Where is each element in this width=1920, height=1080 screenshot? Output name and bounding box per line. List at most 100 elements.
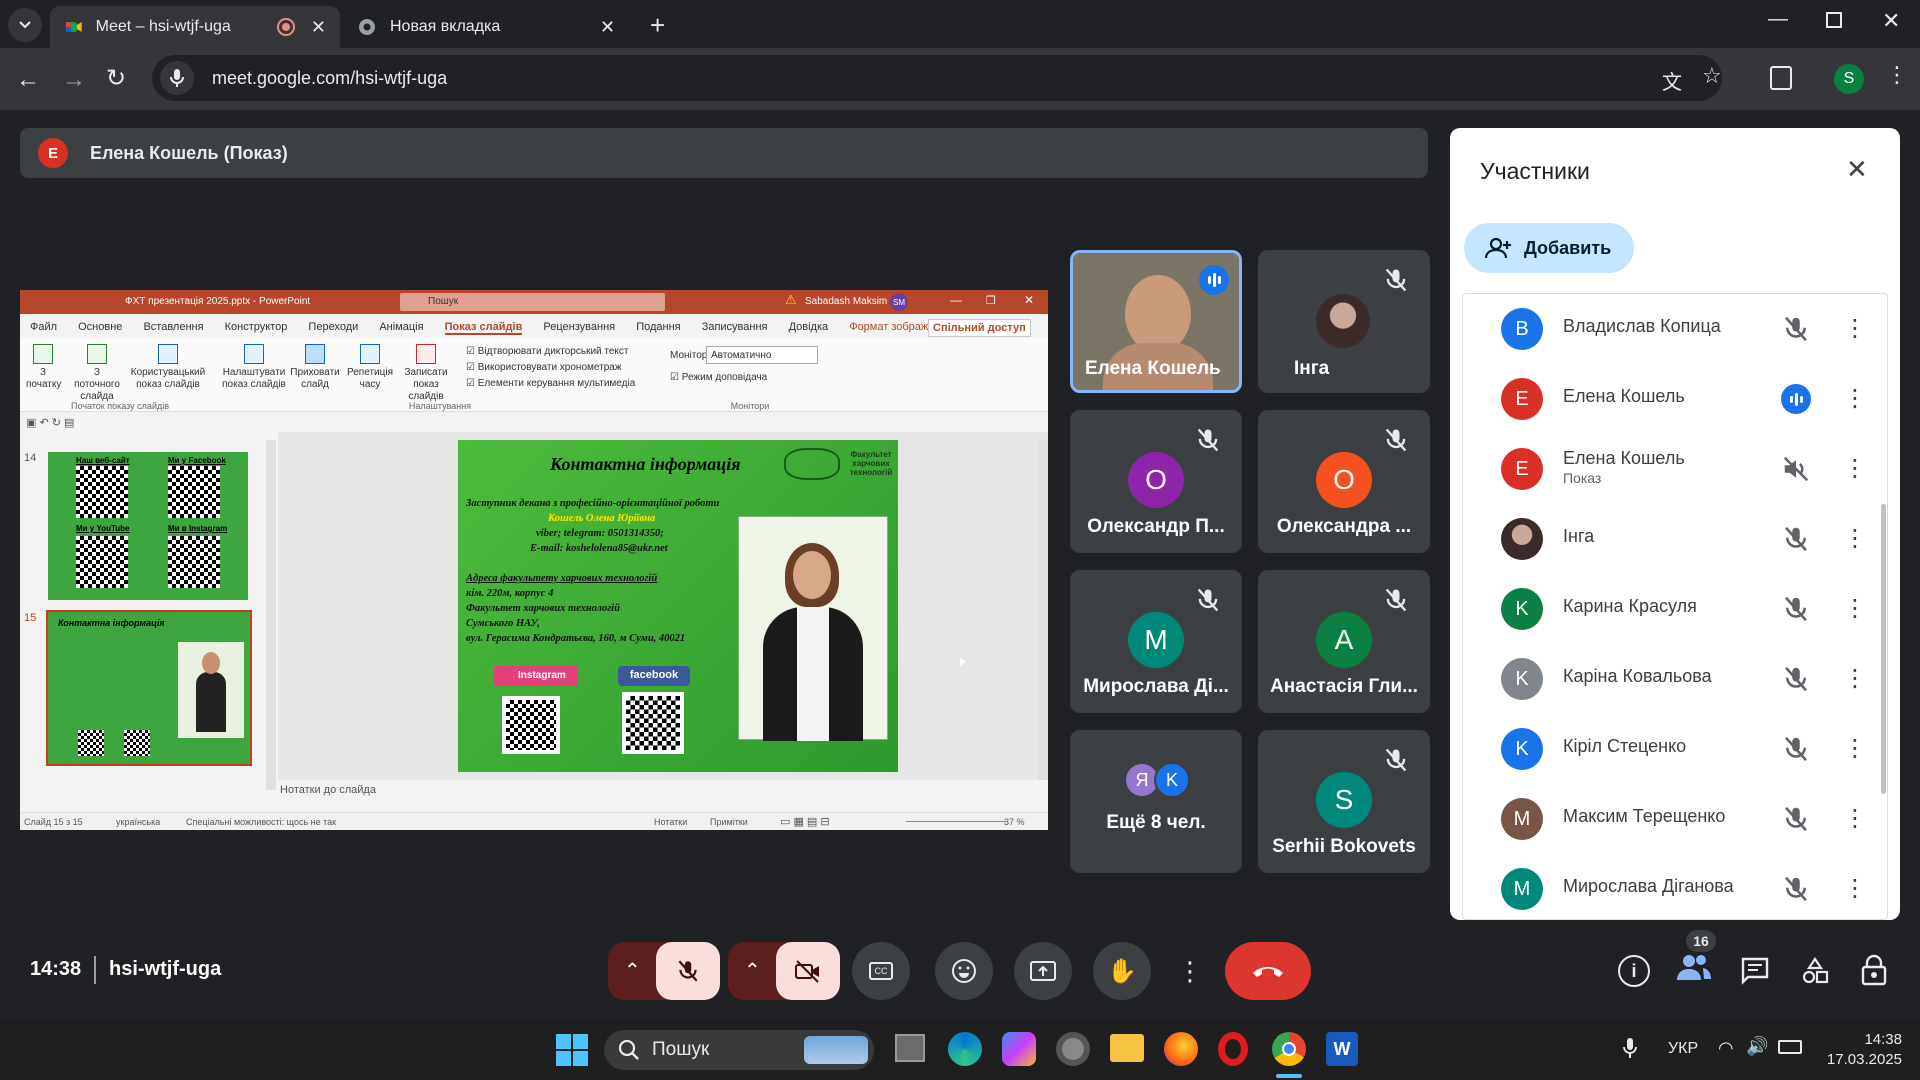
taskbar-search[interactable]: Пошук [604,1030,874,1070]
restore-icon[interactable] [1826,12,1842,28]
keyboard-language[interactable]: УКР [1668,1040,1698,1058]
video-tile-inga[interactable]: Інга [1258,250,1430,393]
profile-avatar[interactable]: S [1834,64,1864,94]
current-slide[interactable]: Контактна інформація Факультет харчових … [458,440,898,772]
reactions-button[interactable] [935,942,993,1000]
firefox-icon[interactable] [1164,1032,1198,1066]
participant-row[interactable]: E Елена Кошель Показ ⋮ [1463,434,1883,504]
tile-participant[interactable]: O Олександр П... [1070,410,1242,553]
tile-participant[interactable]: S Serhii Bokovets [1258,730,1430,873]
windows-start-icon[interactable] [556,1034,588,1066]
tab-search-button[interactable] [8,8,42,42]
ppt-menu-recording[interactable]: Записування [702,321,768,333]
chrome-icon[interactable] [1272,1032,1306,1066]
opera-icon[interactable] [1218,1032,1248,1066]
from-current-button[interactable]: З поточного слайда [72,344,122,403]
reload-icon[interactable]: ↻ [106,64,126,93]
camera-toggle-button[interactable] [776,942,840,1000]
participant-row[interactable]: K Кірiл Стеценко ⋮ [1463,714,1883,784]
more-options-icon[interactable]: ⋮ [1843,874,1867,904]
more-options-icon[interactable]: ⋮ [1843,524,1867,554]
monitor-select[interactable]: Автоматично [706,346,818,364]
battery-icon[interactable] [1778,1040,1802,1054]
participant-row[interactable]: K Каріна Ковальова ⋮ [1463,644,1883,714]
tile-participant[interactable]: O Олександра ... [1258,410,1430,553]
ppt-minimize-icon[interactable]: — [950,293,962,307]
thumbnail-slide-15[interactable]: Контактна інформація [46,610,252,766]
ppt-menu-help[interactable]: Довідка [789,321,829,333]
more-options-icon[interactable]: ⋮ [1843,804,1867,834]
close-window-icon[interactable]: ✕ [1882,8,1900,34]
media-controls-checkbox[interactable]: ☑ Елементи керування мультимедіа [466,376,635,392]
close-tab-icon[interactable]: ✕ [311,17,326,38]
minimize-icon[interactable]: — [1768,8,1788,31]
status-accessibility[interactable]: Спеціальні можливості: щось не так [186,817,336,827]
participant-row[interactable]: M Максим Терещенко ⋮ [1463,784,1883,854]
zoom-slider[interactable] [906,821,1006,822]
ppt-menu-transitions[interactable]: Переходи [308,321,358,333]
present-screen-button[interactable] [1014,942,1072,1000]
mic-options-chevron-icon[interactable]: ⌃ [624,958,641,983]
slide-scrollbar[interactable] [1038,440,1048,780]
camera-options-chevron-icon[interactable]: ⌃ [744,958,761,983]
status-comments-button[interactable]: Примітки [710,817,748,827]
more-options-button[interactable]: ⋮ [1170,942,1210,1000]
ppt-restore-icon[interactable]: ❐ [986,294,996,307]
more-options-icon[interactable]: ⋮ [1843,314,1867,344]
volume-icon[interactable]: 🔊 [1746,1036,1768,1057]
mic-toggle-button[interactable] [656,942,720,1000]
more-options-icon[interactable]: ⋮ [1843,454,1867,484]
word-icon[interactable]: W [1326,1032,1358,1066]
ppt-menu-slideshow[interactable]: Показ слайдів [444,321,523,335]
ppt-menu-insert[interactable]: Вставлення [143,321,203,333]
microphone-tray-icon[interactable] [1622,1036,1638,1060]
settings-icon[interactable] [1056,1032,1090,1066]
ppt-menu-home[interactable]: Основне [78,321,122,333]
setup-show-button[interactable]: Налаштувати показ слайдів [220,344,288,391]
narration-checkbox[interactable]: ☑ Відтворювати дикторський текст [466,344,635,360]
host-controls-button[interactable] [1860,954,1888,986]
hide-slide-button[interactable]: Приховати слайд [290,344,340,391]
edge-icon[interactable] [948,1032,982,1066]
video-tile-elena[interactable]: Елена Кошель [1070,250,1242,393]
ppt-share-button[interactable]: Спільний доступ [928,319,1031,337]
meeting-info-icon[interactable]: i [1618,955,1650,987]
ppt-close-icon[interactable]: ✕ [1024,293,1034,307]
taskbar-clock[interactable]: 14:38 17.03.2025 [1818,1030,1902,1070]
extensions-icon[interactable] [1770,66,1792,90]
more-options-icon[interactable]: ⋮ [1843,384,1867,414]
list-scrollbar[interactable] [1881,504,1886,794]
participant-row[interactable]: B Владислав Копица ⋮ [1463,294,1883,364]
new-tab-icon[interactable]: + [650,10,665,41]
tile-more-participants[interactable]: Я K Ещё 8 чел. [1070,730,1242,873]
record-show-button[interactable]: Записати показ слайдів [396,344,456,403]
participant-row[interactable]: K Карина Красуля ⋮ [1463,574,1883,644]
view-buttons[interactable]: ▭ ▦ ▤ ⊟ [780,815,830,828]
tile-participant[interactable]: M Мирослава Ді... [1070,570,1242,713]
back-icon[interactable]: ← [16,66,40,94]
close-tab-icon[interactable]: ✕ [600,17,615,38]
chat-button[interactable] [1740,956,1770,986]
raise-hand-button[interactable]: ✋ [1093,942,1151,1000]
rehearse-button[interactable]: Репетиція часу [346,344,394,391]
thumbnail-scrollbar[interactable] [266,440,276,790]
participant-row[interactable]: E Елена Кошель ⋮ [1463,364,1883,434]
thumbnail-slide-14[interactable]: Наш веб-сайт Ми у Facebook Ми у YouTube … [48,452,248,600]
tile-participant[interactable]: A Анастасія Гли... [1258,570,1430,713]
browser-menu-icon[interactable]: ⋮ [1886,62,1908,88]
microphone-icon[interactable] [160,61,194,95]
ppt-search-box[interactable]: Пошук [400,293,665,311]
ppt-menu-file[interactable]: Файл [30,321,57,333]
people-button[interactable]: 16 [1676,930,1716,988]
translate-icon[interactable]: 文 [1662,66,1682,95]
notes-placeholder[interactable]: Нотатки до слайда [280,784,376,796]
participant-row[interactable]: M Мирослава Діганова ⋮ [1463,854,1883,919]
timings-checkbox[interactable]: ☑ Використовувати хронометраж [466,360,635,376]
custom-show-button[interactable]: Користувацький показ слайдів [130,344,206,391]
close-panel-icon[interactable]: ✕ [1846,154,1868,185]
ppt-menu-design[interactable]: Конструктор [225,321,288,333]
wifi-icon[interactable]: ◠ [1718,1038,1734,1059]
ppt-menu-view[interactable]: Подання [636,321,680,333]
slide-photo[interactable] [738,516,888,741]
forward-icon[interactable]: → [62,66,86,94]
